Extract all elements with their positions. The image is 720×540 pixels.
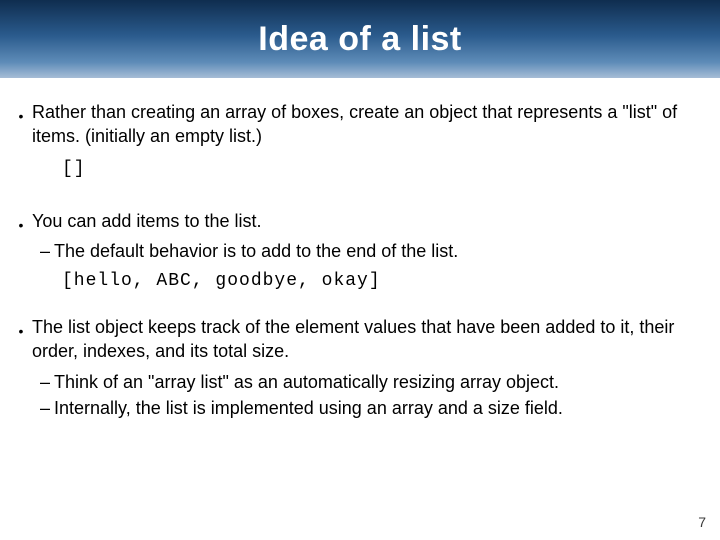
code-empty-list: [] [62,159,702,179]
bullet-3-sub-1: – Think of an "array list" as an automat… [40,370,702,394]
slide-header: Idea of a list [0,0,720,78]
page-number: 7 [698,514,706,530]
bullet-2-text: You can add items to the list. [32,209,271,233]
bullet-2-sub-1: – The default behavior is to add to the … [40,239,702,263]
code-populated-list: [hello, ABC, goodbye, okay] [62,271,702,291]
bullet-3: The list object keeps track of the eleme… [18,315,702,364]
slide-content: Rather than creating an array of boxes, … [0,78,720,420]
bullet-3-sub-2: – Internally, the list is implemented us… [40,396,702,420]
bullet-dot-icon [18,324,24,338]
bullet-1: Rather than creating an array of boxes, … [18,100,702,149]
bullet-3-text: The list object keeps track of the eleme… [32,315,702,364]
bullet-2-sub-1-text: The default behavior is to add to the en… [54,239,468,263]
dash-icon: – [40,396,54,420]
bullet-dot-icon [18,109,24,123]
dash-icon: – [40,370,54,394]
bullet-3-sub-1-text: Think of an "array list" as an automatic… [54,370,569,394]
bullet-dot-icon [18,218,24,232]
bullet-2: You can add items to the list. [18,209,702,233]
bullet-3-sub-2-text: Internally, the list is implemented usin… [54,396,573,420]
bullet-1-text: Rather than creating an array of boxes, … [32,100,702,149]
dash-icon: – [40,239,54,263]
slide-title: Idea of a list [258,20,462,59]
